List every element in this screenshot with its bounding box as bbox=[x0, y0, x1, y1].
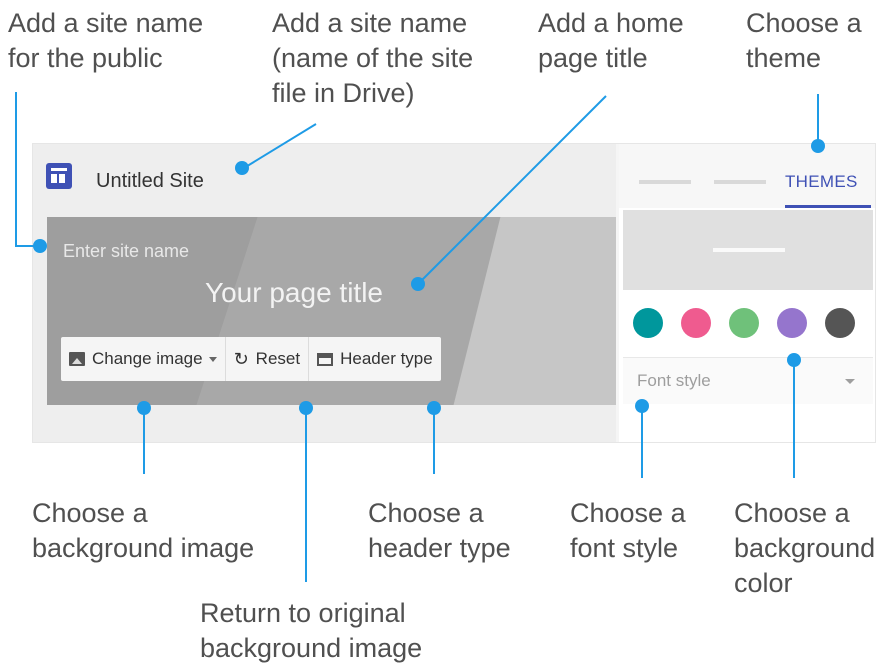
color-swatch[interactable] bbox=[681, 308, 711, 338]
reset-button[interactable]: ↻ Reset bbox=[226, 337, 310, 381]
tab-themes[interactable]: THEMES bbox=[785, 172, 858, 192]
side-panel-tabs: THEMES bbox=[619, 144, 875, 208]
image-icon bbox=[69, 352, 85, 366]
sites-logo-icon bbox=[46, 163, 72, 189]
chevron-down-icon bbox=[208, 356, 217, 362]
page-header[interactable]: Enter site name Your page title Change i… bbox=[47, 217, 616, 405]
callout-background-color: Choose a background color bbox=[734, 498, 876, 598]
page-title-input[interactable]: Your page title bbox=[205, 277, 383, 309]
editor-topbar: Untitled Site bbox=[33, 144, 616, 216]
chevron-down-icon bbox=[845, 379, 855, 384]
callout-header-type: Choose a header type bbox=[368, 498, 511, 563]
header-type-icon bbox=[317, 352, 334, 366]
callout-choose-theme: Choose a theme bbox=[746, 8, 862, 73]
callout-font-style: Choose a font style bbox=[570, 498, 686, 563]
font-style-dropdown[interactable]: Font style bbox=[623, 357, 873, 404]
callout-site-name-public: Add a site name for the public bbox=[8, 8, 204, 73]
site-editor-frame: Untitled Site Enter site name Your page … bbox=[32, 143, 876, 443]
tab-insert[interactable] bbox=[639, 180, 691, 184]
color-swatch[interactable] bbox=[633, 308, 663, 338]
theme-preview[interactable] bbox=[623, 210, 873, 290]
header-type-button[interactable]: Header type bbox=[309, 337, 441, 381]
callout-site-name-drive: Add a site name (name of the site file i… bbox=[272, 8, 474, 108]
font-style-label: Font style bbox=[637, 371, 711, 390]
editor-canvas: Untitled Site Enter site name Your page … bbox=[33, 144, 616, 442]
header-toolbar: Change image ↻ Reset Header type bbox=[61, 337, 441, 381]
callout-background-image: Choose a background image bbox=[32, 498, 255, 563]
theme-preview-bar bbox=[713, 248, 785, 252]
callout-home-page-title: Add a home page title bbox=[538, 8, 684, 73]
color-swatch[interactable] bbox=[777, 308, 807, 338]
background-color-swatches bbox=[633, 308, 873, 338]
side-panel: THEMES Font style bbox=[619, 144, 875, 442]
reset-label: Reset bbox=[255, 349, 301, 368]
header-type-label: Header type bbox=[340, 349, 433, 368]
change-image-label: Change image bbox=[92, 349, 203, 368]
site-file-name[interactable]: Untitled Site bbox=[96, 170, 204, 193]
active-tab-indicator bbox=[785, 205, 871, 208]
callout-original-background: Return to original background image bbox=[200, 598, 423, 663]
tab-pages[interactable] bbox=[714, 180, 766, 184]
site-name-input[interactable]: Enter site name bbox=[63, 241, 189, 262]
color-swatch[interactable] bbox=[729, 308, 759, 338]
color-swatch[interactable] bbox=[825, 308, 855, 338]
reset-icon: ↻ bbox=[233, 349, 249, 369]
change-image-button[interactable]: Change image bbox=[61, 337, 226, 381]
